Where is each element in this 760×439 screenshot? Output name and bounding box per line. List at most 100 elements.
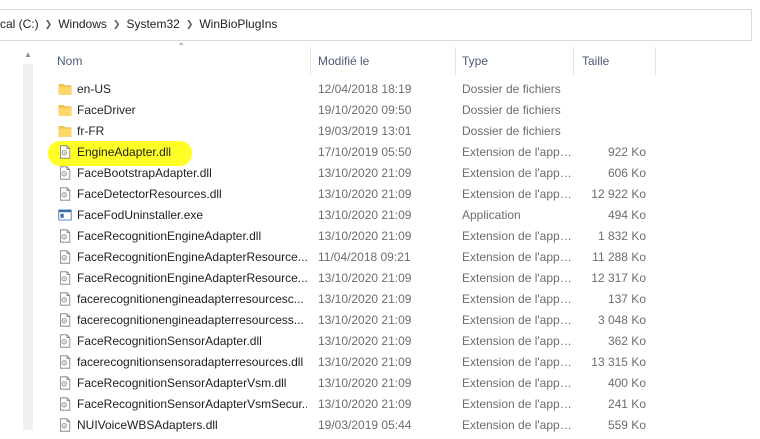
file-name: FaceRecognitionSensorAdapterVsm.dll (77, 376, 287, 390)
file-size: 12 317 Ko (591, 271, 646, 285)
file-modified-date: 13/10/2020 21:09 (318, 376, 412, 390)
file-name: facerecognitionsensoradapterresources.dl… (77, 355, 304, 369)
file-row[interactable]: FaceRecognitionSensorAdapter.dll 13/10/20… (44, 331, 760, 352)
file-size: 559 Ko (607, 418, 646, 432)
file-size: 922 Ko (607, 145, 646, 159)
file-type: Dossier de fichiers (462, 124, 561, 138)
file-size: 12 922 Ko (591, 187, 646, 201)
file-row[interactable]: fr-FR 19/03/2019 13:01 Dossier de fichiers (44, 121, 760, 142)
file-modified-date: 13/10/2020 21:09 (318, 292, 412, 306)
file-row[interactable]: FaceBootstrapAdapter.dll 13/10/2020 21:09… (44, 163, 760, 184)
exe-icon (58, 208, 72, 222)
dll-icon (58, 376, 72, 390)
file-modified-date: 13/10/2020 21:09 (318, 208, 412, 222)
file-type: Extension de l'app… (462, 250, 572, 264)
column-divider[interactable] (655, 47, 656, 75)
file-modified-date: 13/10/2020 21:09 (318, 166, 412, 180)
file-row[interactable]: FaceDriver 19/10/2020 09:50 Dossier de fic… (44, 100, 760, 121)
file-type: Extension de l'app… (462, 355, 572, 369)
file-row[interactable]: FaceDetectorResources.dll 13/10/2020 21:0… (44, 184, 760, 205)
file-size: 1 832 Ko (597, 229, 646, 243)
chevron-right-icon[interactable]: ❯ (184, 19, 196, 30)
file-row[interactable]: EngineAdapter.dll 17/10/2019 05:50 Extensi… (44, 142, 760, 163)
file-name: en-US (77, 82, 112, 96)
file-size: 13 315 Ko (591, 355, 646, 369)
file-type: Extension de l'app… (462, 376, 572, 390)
column-header-modified[interactable]: Modifié le (318, 41, 448, 77)
column-header-type[interactable]: Type (462, 41, 572, 77)
file-row[interactable]: NUIVoiceWBSAdapters.dll 19/03/2019 05:44 E… (44, 415, 760, 436)
dll-icon (58, 334, 72, 348)
column-header-name[interactable]: Nom (57, 41, 307, 77)
breadcrumb-item-windows[interactable]: Windows (54, 17, 111, 31)
column-header-size[interactable]: Taille (582, 41, 652, 77)
dll-icon (58, 187, 72, 201)
file-size: 11 288 Ko (592, 250, 646, 264)
file-size: 362 Ko (607, 334, 646, 348)
file-size: 494 Ko (607, 208, 646, 222)
column-header-row: ⌃ Nom Modifié le Type Taille (44, 41, 760, 77)
file-size: 137 Ko (607, 292, 646, 306)
file-modified-date: 11/04/2018 09:21 (318, 250, 411, 264)
file-modified-date: 13/10/2020 21:09 (318, 313, 412, 327)
file-modified-date: 19/03/2019 05:44 (318, 418, 412, 432)
scroll-up-arrow-icon[interactable]: ▲ (23, 50, 33, 60)
file-modified-date: 12/04/2018 18:19 (318, 82, 412, 96)
dll-icon (58, 166, 72, 180)
file-name: FaceFodUninstaller.exe (77, 208, 204, 222)
file-row[interactable]: facerecognitionsensoradapterresources.dl… (44, 352, 760, 373)
dll-icon (58, 397, 72, 411)
dll-icon (58, 145, 72, 159)
file-modified-date: 17/10/2019 05:50 (318, 145, 412, 159)
file-row[interactable]: FaceRecognitionEngineAdapterResource... 1… (44, 247, 760, 268)
file-modified-date: 19/03/2019 13:01 (318, 124, 412, 138)
column-divider[interactable] (310, 47, 311, 75)
file-row[interactable]: FaceFodUninstaller.exe 13/10/2020 21:09 Ap… (44, 205, 760, 226)
file-type: Extension de l'app… (462, 397, 572, 411)
file-modified-date: 13/10/2020 21:09 (318, 355, 412, 369)
file-type: Extension de l'app… (462, 229, 572, 243)
file-list: en-US 12/04/2018 18:19 Dossier de fichiers… (44, 79, 760, 436)
column-divider[interactable] (573, 47, 574, 75)
vertical-scrollbar[interactable]: ▲ (23, 50, 33, 430)
dll-icon (58, 313, 72, 327)
dll-icon (58, 292, 72, 306)
breadcrumb-item-winbioplugins[interactable]: WinBioPlugIns (195, 17, 281, 31)
file-row[interactable]: FaceRecognitionEngineAdapter.dll 13/10/20… (44, 226, 760, 247)
file-row[interactable]: facerecognitionengineadapterresourcesc..… (44, 289, 760, 310)
file-type: Extension de l'app… (462, 292, 572, 306)
file-name: FaceRecognitionSensorAdapter.dll (77, 334, 262, 348)
file-type: Dossier de fichiers (462, 82, 561, 96)
breadcrumb-item-drive[interactable]: cal (C:) (0, 17, 43, 31)
file-name: FaceBootstrapAdapter.dll (77, 166, 212, 180)
file-row[interactable]: FaceRecognitionSensorAdapterVsmSecur... 1… (44, 394, 760, 415)
file-size: 241 Ko (607, 397, 646, 411)
dll-icon (58, 250, 72, 264)
file-row[interactable]: facerecognitionengineadapterresourcess..… (44, 310, 760, 331)
file-size: 400 Ko (607, 376, 646, 390)
file-modified-date: 13/10/2020 21:09 (318, 334, 412, 348)
file-type: Extension de l'app… (462, 418, 572, 432)
column-divider[interactable] (455, 47, 456, 75)
chevron-right-icon[interactable]: ❯ (111, 19, 123, 30)
file-row[interactable]: en-US 12/04/2018 18:19 Dossier de fichiers (44, 79, 760, 100)
file-row[interactable]: FaceRecognitionEngineAdapterResource... 1… (44, 268, 760, 289)
file-row[interactable]: FaceRecognitionSensorAdapterVsm.dll 13/10… (44, 373, 760, 394)
file-type: Extension de l'app… (462, 187, 572, 201)
file-type: Extension de l'app… (462, 166, 572, 180)
file-name: facerecognitionengineadapterresourcesc..… (77, 292, 304, 306)
file-name: FaceRecognitionSensorAdapterVsmSecur... (77, 397, 307, 411)
file-type: Extension de l'app… (462, 271, 572, 285)
breadcrumb-item-system32[interactable]: System32 (122, 17, 183, 31)
file-name: FaceRecognitionEngineAdapter.dll (77, 229, 262, 243)
folder-icon (58, 82, 72, 96)
file-name: FaceRecognitionEngineAdapterResource... (77, 271, 307, 285)
file-type: Dossier de fichiers (462, 103, 561, 117)
file-name: FaceDetectorResources.dll (77, 187, 222, 201)
file-name: facerecognitionengineadapterresourcess..… (77, 313, 304, 327)
scrollbar-track[interactable] (23, 64, 33, 430)
dll-icon (58, 229, 72, 243)
file-name: NUIVoiceWBSAdapters.dll (77, 418, 218, 432)
chevron-right-icon[interactable]: ❯ (43, 19, 55, 30)
address-bar: cal (C:) ❯ Windows ❯ System32 ❯ WinBioPl… (0, 0, 760, 41)
